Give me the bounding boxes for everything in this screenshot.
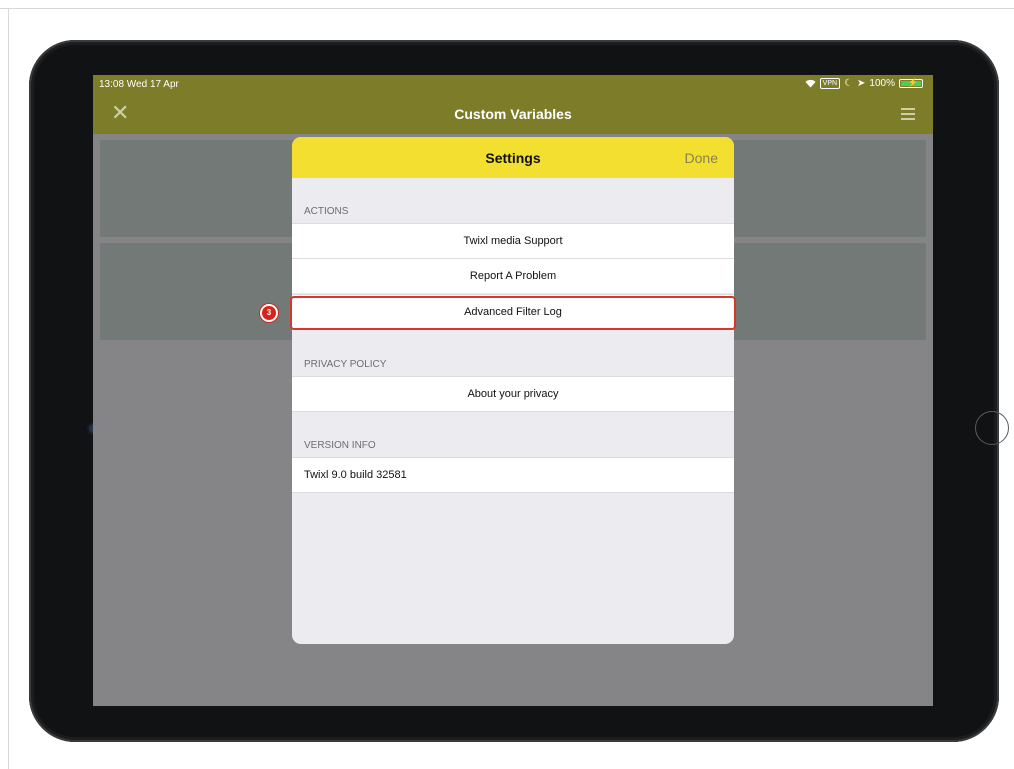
twixl-media-support-button[interactable]: Twixl media Support (292, 223, 734, 258)
status-bar: 13:08 Wed 17 Apr VPN ☾ ➤ 100% ⚡ (93, 75, 933, 94)
settings-title: Settings (485, 150, 541, 166)
row-label: Twixl media Support (463, 235, 563, 247)
hamburger-menu-icon[interactable] (901, 108, 915, 123)
section-label-actions: ACTIONS (304, 206, 349, 217)
status-icons: VPN ☾ ➤ 100% ⚡ (805, 78, 923, 89)
step-number-badge: 3 (262, 306, 276, 320)
page-title: Custom Variables (454, 106, 572, 122)
status-time: 13:08 Wed 17 Apr (99, 79, 179, 90)
section-label-privacy: PRIVACY POLICY (304, 359, 387, 370)
ipad-screen: 13:08 Wed 17 Apr VPN ☾ ➤ 100% ⚡ ✕ Custom… (93, 75, 933, 706)
home-button[interactable] (975, 411, 1009, 445)
row-label: Report A Problem (469, 270, 557, 282)
battery-icon: ⚡ (899, 78, 923, 88)
version-text: Twixl 9.0 build 32581 (304, 469, 407, 481)
step-highlight-box (290, 296, 736, 330)
location-icon: ➤ (857, 78, 866, 89)
settings-header: Settings Done (292, 137, 734, 178)
report-a-problem-button[interactable]: Report A Problem (292, 258, 734, 293)
nav-bar: ✕ Custom Variables (93, 94, 933, 134)
done-button[interactable]: Done (685, 150, 718, 166)
wifi-icon (805, 79, 816, 88)
vpn-icon: VPN (819, 78, 841, 89)
battery-percent: 100% (869, 78, 895, 89)
page-left-border (8, 8, 9, 769)
moon-icon: ☾ (844, 78, 854, 89)
settings-modal: Settings Done ACTIONS Twixl media Suppor… (292, 137, 734, 644)
about-your-privacy-button[interactable]: About your privacy (292, 376, 734, 412)
page-top-border (0, 8, 1014, 9)
section-label-version: VERSION INFO (304, 440, 376, 451)
row-label: About your privacy (467, 388, 559, 400)
version-info-row: Twixl 9.0 build 32581 (292, 457, 734, 493)
